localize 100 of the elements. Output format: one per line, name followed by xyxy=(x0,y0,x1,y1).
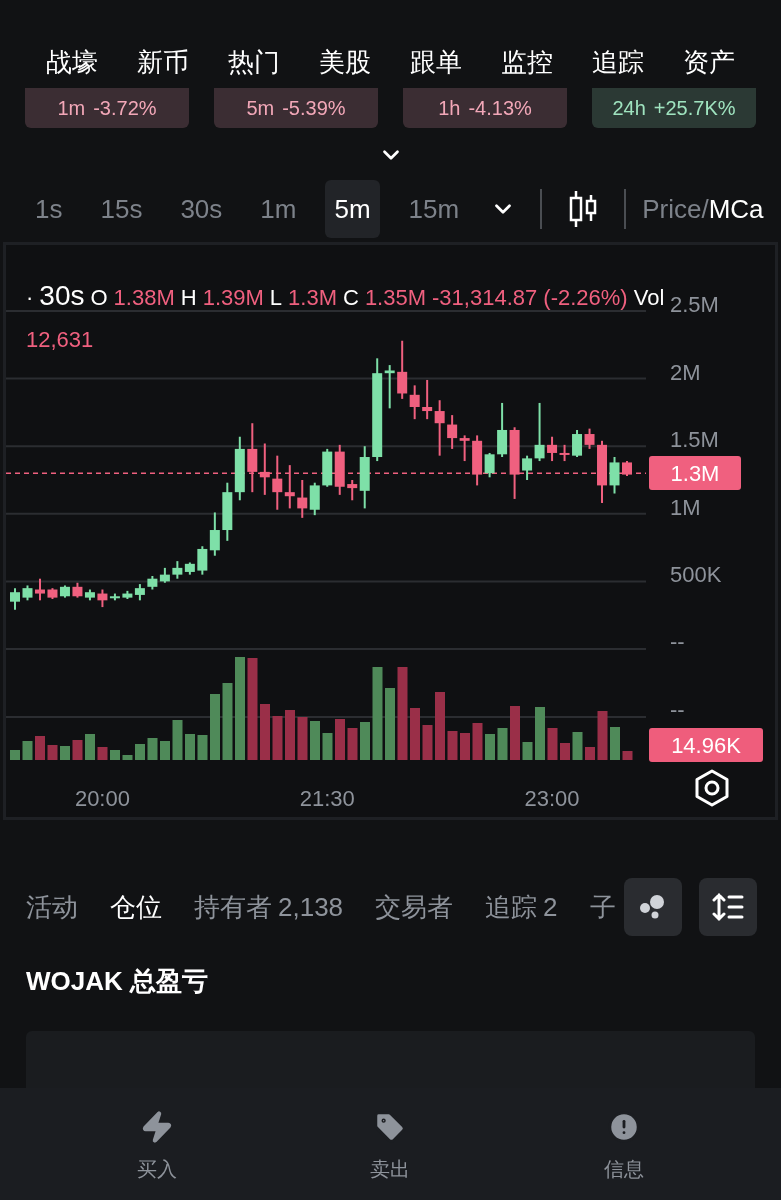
volume-bar xyxy=(72,740,83,760)
candle xyxy=(59,584,70,599)
volume-axis-label: -- xyxy=(670,697,685,723)
candle xyxy=(334,443,345,496)
candle xyxy=(322,447,333,488)
volume-bar xyxy=(460,733,470,760)
bubble-map-button[interactable] xyxy=(624,878,682,936)
section-title: WOJAK 总盈亏 xyxy=(26,965,208,998)
x-axis-label: 20:00 xyxy=(73,785,131,813)
candlestick-icon[interactable] xyxy=(568,189,599,229)
volume-bar xyxy=(272,716,283,760)
volume-bar xyxy=(47,745,58,760)
bottom-nav-item[interactable]: 信息 xyxy=(564,1110,685,1200)
candle xyxy=(572,429,583,458)
section-tab[interactable]: 活动 xyxy=(26,887,78,927)
candle xyxy=(259,442,270,496)
candle xyxy=(47,587,58,600)
section-tab[interactable]: 仓位 xyxy=(110,887,162,927)
legend-label: Vol xyxy=(633,284,665,312)
y-axis-label: 1M xyxy=(670,494,701,521)
volume-bar xyxy=(610,727,620,760)
volume-bar xyxy=(185,734,195,760)
change-badge: 5m -5.39% xyxy=(214,88,378,128)
interval-tab[interactable]: 1s xyxy=(26,180,72,238)
volume-bar xyxy=(535,707,545,760)
candle xyxy=(159,566,170,584)
volume-bar xyxy=(260,704,270,760)
candle xyxy=(35,577,45,602)
volume-bar xyxy=(497,728,508,760)
section-tab[interactable]: 交易者 xyxy=(375,887,454,927)
interval-tab[interactable]: 30s xyxy=(171,180,232,238)
volume-axis-label: -- xyxy=(670,629,685,655)
volume-bar xyxy=(385,688,395,760)
candle xyxy=(172,560,183,580)
volume-bar xyxy=(297,717,308,760)
display-option[interactable]: Price xyxy=(642,189,702,229)
volume-bar xyxy=(410,708,420,760)
section-tab[interactable]: 追踪 2 xyxy=(485,887,558,927)
volume-bar xyxy=(435,692,445,760)
interval-tab[interactable]: 5m xyxy=(325,180,380,238)
candle xyxy=(84,588,95,602)
sort-button[interactable] xyxy=(699,878,757,936)
candle xyxy=(309,481,320,517)
change-badge: 1h -4.13% xyxy=(403,88,567,128)
legend-label: L xyxy=(269,284,283,312)
volume-bar xyxy=(285,710,295,760)
top-tab[interactable]: 追踪 xyxy=(592,44,644,80)
candle xyxy=(72,581,83,599)
top-tab[interactable]: 战壕 xyxy=(46,44,98,80)
top-tab[interactable]: 新币 xyxy=(137,44,189,80)
legend-label: O xyxy=(90,284,108,312)
legend-label: C xyxy=(343,284,359,312)
legend-value: 1.3M xyxy=(288,284,337,312)
candle xyxy=(622,460,632,477)
volume-bar xyxy=(310,721,320,760)
volume-bar xyxy=(172,720,183,760)
volume-bar xyxy=(10,750,20,760)
sort-icon xyxy=(712,892,744,922)
volume-bar xyxy=(422,725,433,760)
volume-bar xyxy=(197,735,208,760)
settings-icon[interactable] xyxy=(694,769,730,807)
legend-value: 1.35M xyxy=(364,284,427,312)
interval-tab[interactable]: 15s xyxy=(91,180,152,238)
interval-tab[interactable]: 1m xyxy=(251,180,306,238)
legend-bullet: · xyxy=(26,284,34,312)
candle xyxy=(459,434,470,463)
volume-bar xyxy=(522,742,533,760)
top-tab[interactable]: 资产 xyxy=(683,44,735,80)
bottom-nav-item[interactable]: 买入 xyxy=(96,1110,217,1200)
section-tab[interactable]: 持有者 2,138 xyxy=(194,887,344,927)
volume-bar xyxy=(135,744,145,760)
change-badge: 1m -3.72% xyxy=(25,88,189,128)
candle xyxy=(147,575,158,591)
legend-value: 1.38M xyxy=(113,284,175,312)
top-tab[interactable]: 美股 xyxy=(319,44,371,80)
y-axis-label: 500K xyxy=(670,562,722,589)
top-tab[interactable]: 监控 xyxy=(501,44,553,80)
legend-label: H xyxy=(180,284,197,312)
volume-bar xyxy=(622,751,633,760)
toggle-separator: / xyxy=(701,192,709,226)
y-axis-label: 2.5M xyxy=(670,292,719,318)
top-tab[interactable]: 热门 xyxy=(228,44,280,80)
candle xyxy=(284,464,295,510)
display-option[interactable]: MCa xyxy=(708,189,764,229)
volume-bar xyxy=(22,741,33,760)
volume-bar xyxy=(210,694,220,760)
candle xyxy=(247,422,258,494)
y-axis-label: 1.5M xyxy=(670,427,719,454)
candle xyxy=(272,454,283,511)
bottom-nav-item[interactable]: 卖出 xyxy=(330,1110,451,1200)
section-tab[interactable]: 子 xyxy=(589,887,616,927)
current-price-tag: 1.3M xyxy=(649,456,741,491)
candle xyxy=(234,435,245,502)
legend-volume: 12,631 xyxy=(26,326,95,354)
volume-bar xyxy=(485,734,495,760)
candle xyxy=(584,427,595,450)
interval-tab[interactable]: 15m xyxy=(399,180,469,238)
volume-bar xyxy=(597,711,608,760)
top-tab[interactable]: 跟单 xyxy=(410,44,462,80)
candle xyxy=(10,587,20,611)
